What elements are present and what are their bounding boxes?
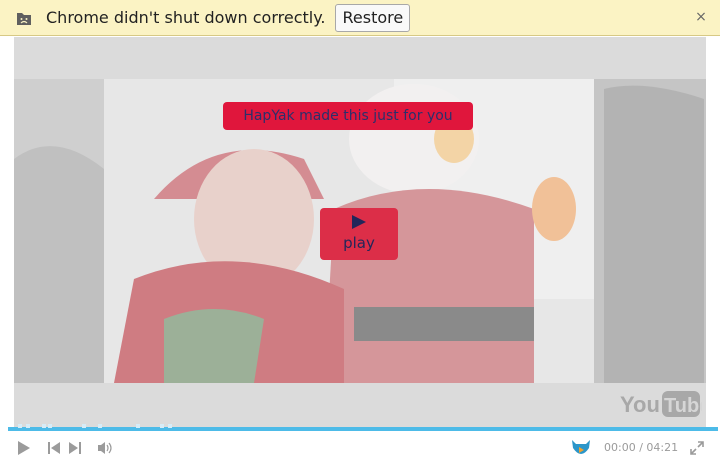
time-display: 00:00 / 04:21 bbox=[604, 441, 678, 454]
cue-marker[interactable] bbox=[82, 424, 86, 428]
play-icon bbox=[351, 214, 367, 234]
next-icon[interactable] bbox=[68, 440, 82, 460]
cue-marker[interactable] bbox=[160, 424, 164, 428]
hapyak-logo-icon[interactable] bbox=[570, 438, 592, 462]
cue-marker[interactable] bbox=[136, 424, 140, 428]
time-total: 04:21 bbox=[646, 441, 679, 454]
player-controls: 00:00 / 04:21 bbox=[0, 432, 720, 464]
cue-marker[interactable] bbox=[48, 424, 52, 428]
youtube-logo[interactable]: You Tube bbox=[620, 387, 706, 423]
session-restore-infobar: Chrome didn't shut down correctly. Resto… bbox=[0, 0, 720, 36]
play-icon[interactable] bbox=[16, 440, 32, 460]
volume-icon[interactable] bbox=[97, 440, 113, 460]
cue-marker[interactable] bbox=[26, 424, 30, 428]
progress-bar[interactable] bbox=[8, 424, 718, 431]
hapyak-banner[interactable]: HapYak made this just for you bbox=[223, 102, 473, 130]
video-player: HapYak made this just for you play You T… bbox=[0, 37, 720, 464]
cue-marker[interactable] bbox=[18, 424, 22, 428]
fullscreen-icon[interactable] bbox=[690, 440, 704, 459]
restore-button[interactable]: Restore bbox=[335, 3, 411, 32]
cue-marker[interactable] bbox=[42, 424, 46, 428]
svg-text:Tube: Tube bbox=[664, 395, 702, 417]
video-frame[interactable]: HapYak made this just for you play You T… bbox=[14, 37, 706, 427]
time-separator: / bbox=[639, 441, 643, 454]
cue-marker[interactable] bbox=[98, 424, 102, 428]
svg-text:You: You bbox=[620, 392, 660, 417]
cue-marker[interactable] bbox=[168, 424, 172, 428]
infobar-message: Chrome didn't shut down correctly. bbox=[46, 8, 326, 27]
play-overlay-button[interactable]: play bbox=[320, 208, 398, 260]
sad-folder-icon bbox=[16, 10, 32, 26]
time-current: 00:00 bbox=[604, 441, 636, 454]
close-icon[interactable]: × bbox=[694, 10, 708, 24]
play-label: play bbox=[343, 234, 375, 252]
previous-icon[interactable] bbox=[47, 440, 61, 460]
